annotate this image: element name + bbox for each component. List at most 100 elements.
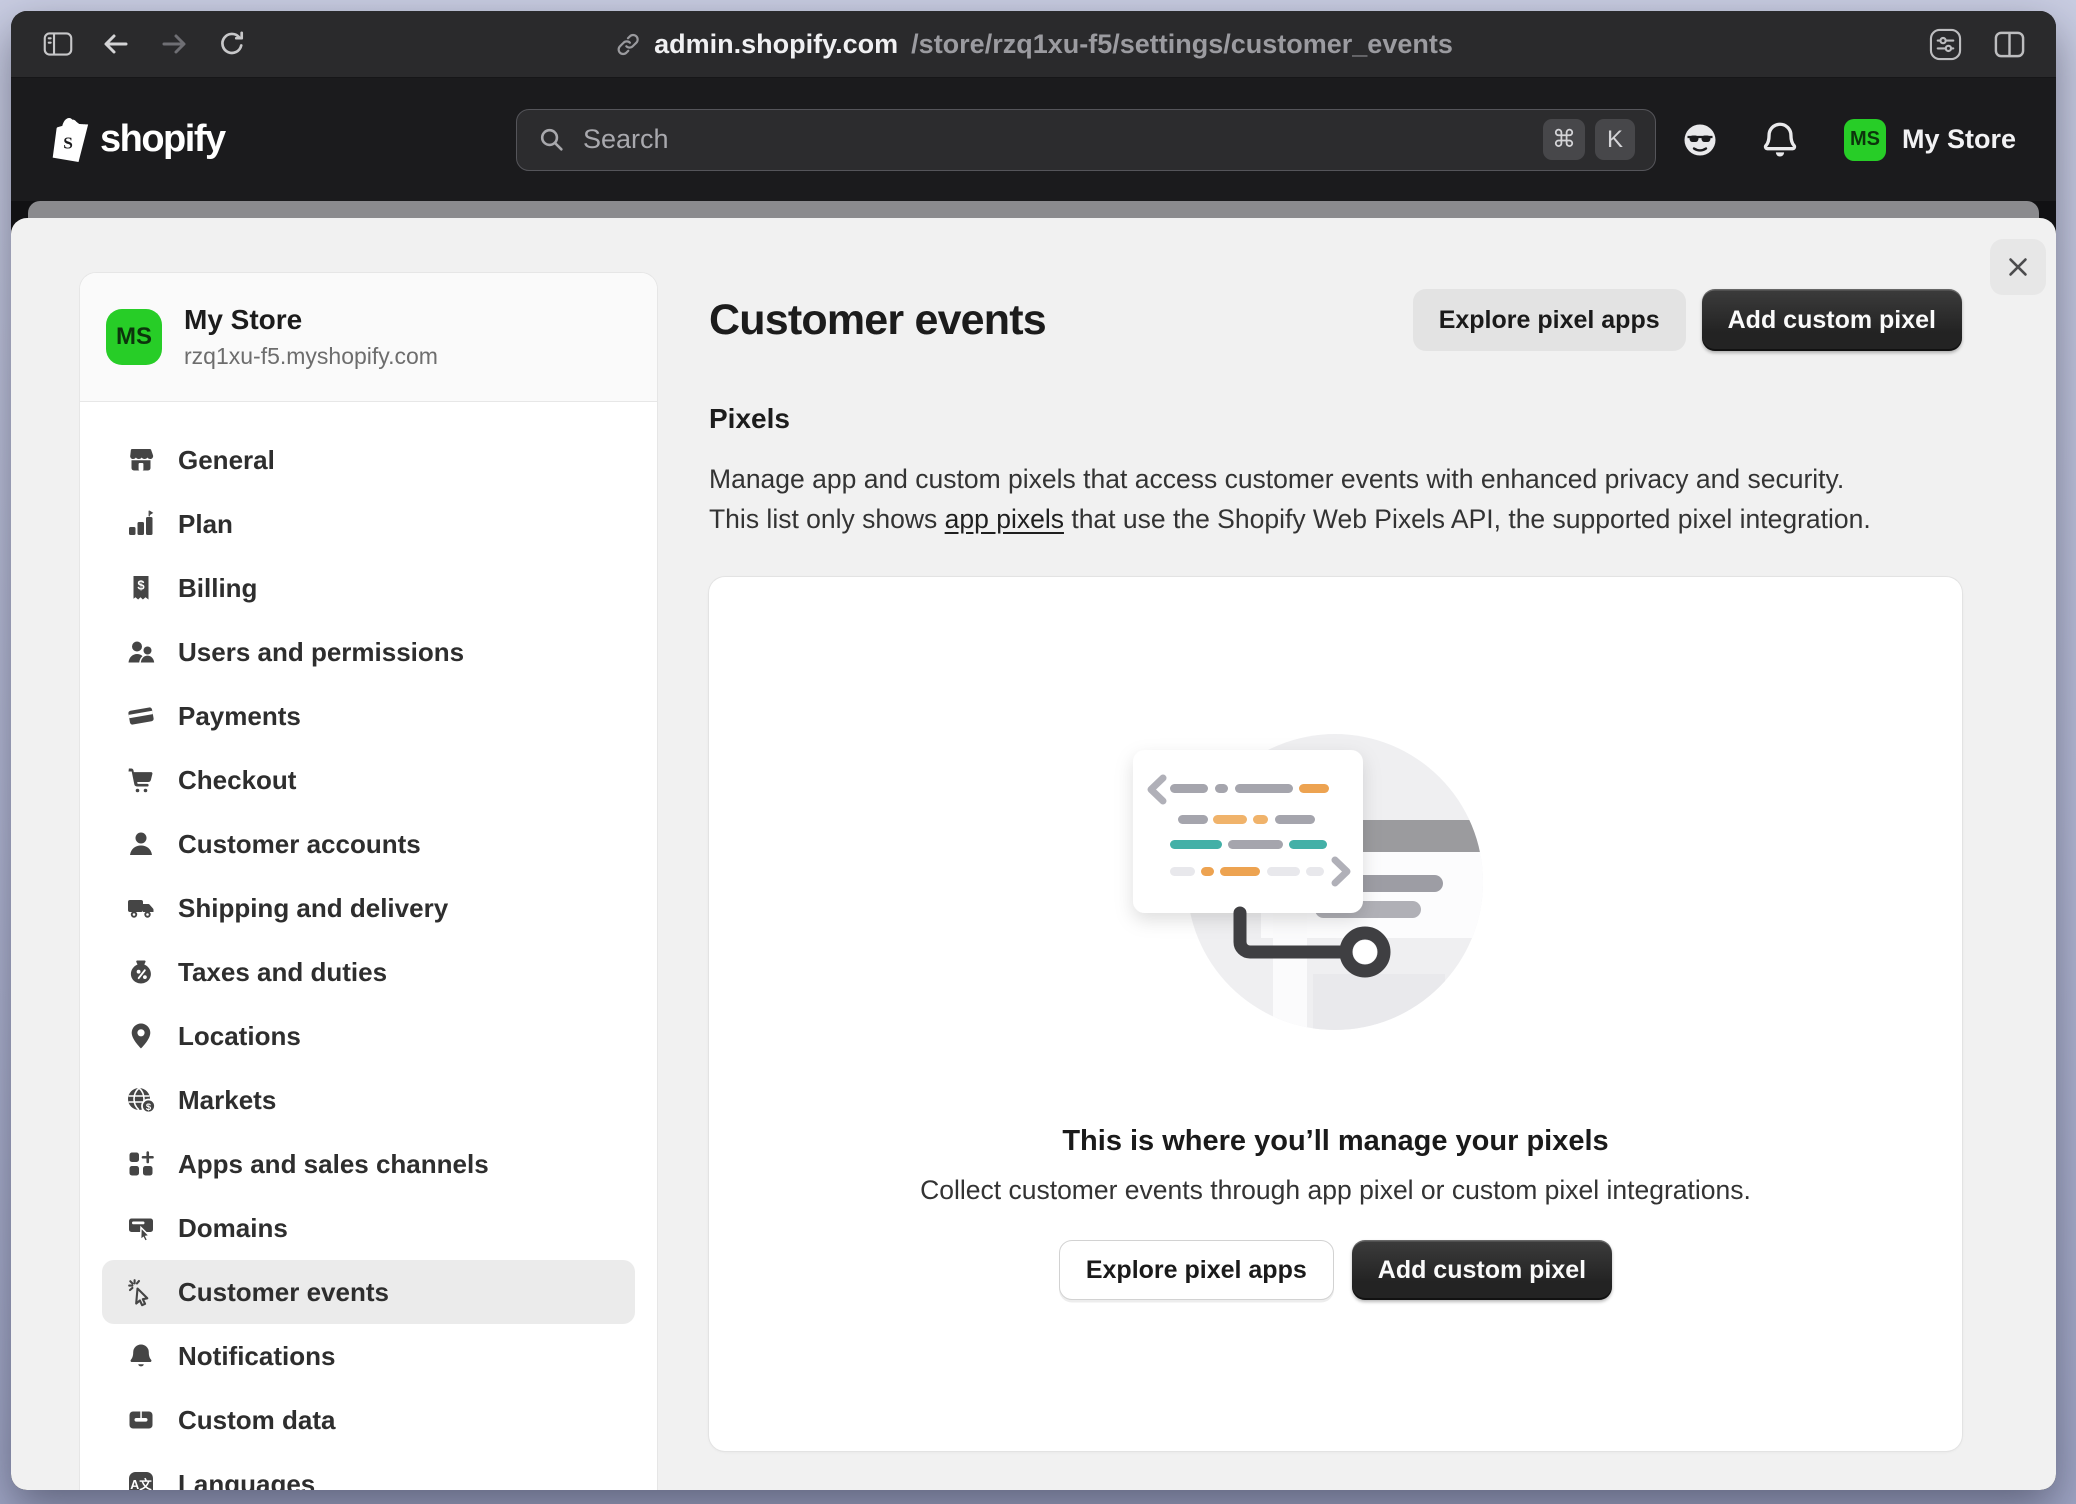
sidebar-item-label: Plan — [178, 509, 233, 540]
sidebar-item-customer-events[interactable]: Customer events — [102, 1260, 635, 1324]
sidebar-item-customer-accounts[interactable]: Customer accounts — [102, 812, 635, 876]
sidebar-item-users-and-permissions[interactable]: Users and permissions — [102, 620, 635, 684]
sidebar-item-label: Customer accounts — [178, 829, 421, 860]
pixels-description: Manage app and custom pixels that access… — [709, 459, 1962, 539]
browser-toolbar: admin.shopify.com/store/rzq1xu-f5/settin… — [11, 11, 2056, 78]
settings-modal-stack: MS My Store rzq1xu-f5.myshopify.com Gene… — [11, 201, 2056, 1490]
sidebar-item-taxes-and-duties[interactable]: Taxes and duties — [102, 940, 635, 1004]
payment-icon — [126, 701, 156, 731]
sidebar-item-label: General — [178, 445, 275, 476]
person-icon — [126, 829, 156, 859]
search-icon — [537, 125, 566, 154]
sidebar-item-label: Languages — [178, 1469, 315, 1491]
incognito-icon[interactable] — [1678, 118, 1722, 162]
account-menu[interactable]: MS My Store — [1844, 119, 2016, 161]
shopify-wordmark: shopify — [100, 118, 225, 161]
settings-sheet: MS My Store rzq1xu-f5.myshopify.com Gene… — [11, 218, 2056, 1490]
browser-window: admin.shopify.com/store/rzq1xu-f5/settin… — [11, 11, 2056, 1490]
svg-text:$: $ — [137, 578, 145, 593]
bell-icon — [126, 1341, 156, 1371]
svg-text:A文: A文 — [130, 1477, 152, 1490]
sidebar-item-label: Shipping and delivery — [178, 893, 448, 924]
apps-icon — [126, 1149, 156, 1179]
sidebar-item-payments[interactable]: Payments — [102, 684, 635, 748]
customer-events-page: Customer events Explore pixel apps Add c… — [709, 218, 1962, 1451]
sidebar-item-languages[interactable]: A文 Languages — [102, 1452, 635, 1490]
description-line1: Manage app and custom pixels that access… — [709, 459, 1962, 499]
global-search[interactable]: ⌘ K — [516, 109, 1656, 171]
receipt-icon: $ — [126, 573, 156, 603]
sidebar-item-checkout[interactable]: Checkout — [102, 748, 635, 812]
empty-state-title: This is where you’ll manage your pixels — [709, 1125, 1962, 1158]
pixels-empty-panel: This is where you’ll manage your pixels … — [709, 577, 1962, 1451]
users-icon — [126, 637, 156, 667]
add-custom-pixel-button-empty[interactable]: Add custom pixel — [1352, 1240, 1612, 1300]
truck-icon — [126, 893, 156, 923]
svg-text:S: S — [63, 133, 73, 152]
sidebar-item-label: Payments — [178, 701, 301, 732]
back-icon[interactable] — [99, 28, 133, 60]
app-pixels-link[interactable]: app pixels — [945, 504, 1064, 534]
settings-nav: General Plan $ Billing Users and permissions… — [80, 402, 657, 1490]
sidebar-item-domains[interactable]: Domains — [102, 1196, 635, 1260]
explore-pixel-apps-button[interactable]: Explore pixel apps — [1413, 289, 1686, 351]
lang-icon: A文 — [126, 1469, 156, 1490]
store-card: MS My Store rzq1xu-f5.myshopify.com — [80, 273, 657, 402]
sidebar-item-markets[interactable]: $Markets — [102, 1068, 635, 1132]
chart-icon — [126, 509, 156, 539]
reload-icon[interactable] — [215, 28, 249, 60]
pixels-empty-illustration — [1101, 730, 1571, 1042]
shopify-logo[interactable]: S shopify — [51, 118, 225, 162]
cursor-icon — [126, 1277, 156, 1307]
sidebar-item-plan[interactable]: Plan — [102, 492, 635, 556]
sidebar-item-label: Domains — [178, 1213, 288, 1244]
close-icon — [2004, 253, 2032, 281]
sidebar-item-label: Billing — [178, 573, 257, 604]
cart-icon — [126, 765, 156, 795]
close-button[interactable] — [1990, 239, 2046, 295]
forward-icon[interactable] — [157, 28, 191, 60]
pixels-section-title: Pixels — [709, 403, 1962, 435]
sidebar-item-custom-data[interactable]: Custom data — [102, 1388, 635, 1452]
account-name: My Store — [1902, 124, 2016, 155]
sidebar-item-label: Apps and sales channels — [178, 1149, 489, 1180]
sidebar-item-shipping-and-delivery[interactable]: Shipping and delivery — [102, 876, 635, 940]
shopify-bag-icon: S — [51, 118, 91, 162]
store-icon — [126, 445, 156, 475]
sidebar-item-label: Taxes and duties — [178, 957, 387, 988]
sidebar-item-apps-and-sales-channels[interactable]: Apps and sales channels — [102, 1132, 635, 1196]
sidebar-toggle-icon[interactable] — [41, 28, 75, 60]
sidebar-item-locations[interactable]: Locations — [102, 1004, 635, 1068]
empty-state-subtitle: Collect customer events through app pixe… — [709, 1175, 1962, 1206]
cmd-keycap: ⌘ — [1543, 119, 1585, 160]
sidebar-item-label: Markets — [178, 1085, 276, 1116]
tune-icon[interactable] — [1928, 28, 1962, 60]
sidebar-item-notifications[interactable]: Notifications — [102, 1324, 635, 1388]
explore-pixel-apps-button-empty[interactable]: Explore pixel apps — [1059, 1240, 1334, 1300]
notifications-bell-icon[interactable] — [1758, 118, 1802, 162]
address-bar[interactable]: admin.shopify.com/store/rzq1xu-f5/settin… — [614, 11, 1453, 77]
page-title: Customer events — [709, 296, 1046, 345]
url-host: admin.shopify.com — [654, 29, 898, 60]
sidebar-item-label: Checkout — [178, 765, 296, 796]
admin-header: S shopify ⌘ K MS My Store — [11, 78, 2056, 201]
store-name: My Store — [184, 304, 438, 336]
data-icon — [126, 1405, 156, 1435]
sidebar-item-label: Custom data — [178, 1405, 335, 1436]
k-keycap: K — [1595, 119, 1635, 160]
search-input[interactable] — [581, 123, 1533, 156]
store-avatar: MS — [106, 309, 162, 365]
link-icon — [614, 31, 641, 58]
sidebar-item-label: Locations — [178, 1021, 301, 1052]
account-avatar: MS — [1844, 119, 1886, 161]
settings-sidebar: MS My Store rzq1xu-f5.myshopify.com Gene… — [80, 273, 657, 1490]
sidebar-item-general[interactable]: General — [102, 428, 635, 492]
add-custom-pixel-button[interactable]: Add custom pixel — [1702, 289, 1962, 351]
sidebar-item-label: Customer events — [178, 1277, 389, 1308]
split-view-icon[interactable] — [1992, 28, 2026, 60]
domain-icon — [126, 1213, 156, 1243]
pin-icon — [126, 1021, 156, 1051]
sidebar-item-billing[interactable]: $ Billing — [102, 556, 635, 620]
tax-icon — [126, 957, 156, 987]
url-path: /store/rzq1xu-f5/settings/customer_event… — [911, 29, 1453, 60]
